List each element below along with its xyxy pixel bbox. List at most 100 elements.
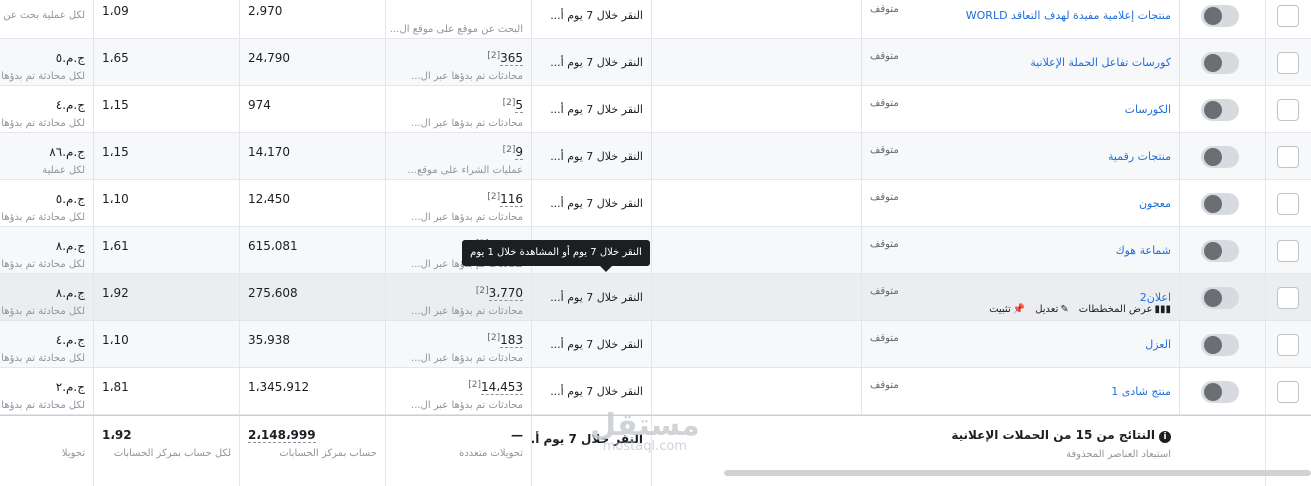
attribution-cell: النقر خلال 7 يوم أ... bbox=[531, 274, 651, 320]
reach-value: 2،970 bbox=[248, 4, 283, 18]
cost-cell: ج.م.٥ لكل محادثة تم بدؤها عبر bbox=[0, 180, 93, 226]
row-checkbox[interactable] bbox=[1277, 5, 1299, 27]
totals-frequency: 1،92 bbox=[102, 428, 132, 442]
results-value[interactable]: 116 bbox=[500, 192, 523, 207]
pencil-icon: ✎ bbox=[1060, 304, 1069, 315]
frequency-value: 1،65 bbox=[102, 51, 129, 65]
table-row[interactable]: شماعة هوك متوقف النقر خلال 7 يوم أ... 4،… bbox=[0, 227, 1311, 274]
reach-value: 24،790 bbox=[248, 51, 291, 65]
campaign-name-link[interactable]: منتجات رقمية bbox=[1108, 150, 1171, 163]
attribution-setting[interactable]: النقر خلال 7 يوم أ... bbox=[550, 103, 643, 116]
frequency-cell: 1،65 bbox=[93, 39, 239, 85]
table-row[interactable]: منتجات رقمية متوقف النقر خلال 7 يوم أ...… bbox=[0, 133, 1311, 180]
results-cell: 116[2] محادثات تم بدؤها عبر ال... bbox=[385, 180, 531, 226]
cost-label: لكل محادثة تم بدؤها عبر bbox=[0, 118, 85, 129]
frequency-cell: 1،09 bbox=[93, 0, 239, 38]
reach-cell: 974 bbox=[239, 86, 385, 132]
table-row[interactable]: منتج شادى 1 متوقف النقر خلال 7 يوم أ... … bbox=[0, 368, 1311, 415]
delivery-status: متوقف bbox=[870, 380, 899, 391]
attribution-setting[interactable]: النقر خلال 7 يوم أ... bbox=[550, 197, 643, 210]
attribution-cell: النقر خلال 7 يوم أ... bbox=[531, 368, 651, 414]
results-ref: [2] bbox=[502, 145, 516, 155]
results-label: عمليات الشراء على موقع... bbox=[407, 165, 523, 176]
view-charts-link[interactable]: ▮▮▮عرض المخططات bbox=[1079, 304, 1171, 315]
row-checkbox[interactable] bbox=[1277, 193, 1299, 215]
frequency-value: 1،10 bbox=[102, 192, 129, 206]
info-icon[interactable]: i bbox=[1159, 431, 1171, 443]
campaign-name-link[interactable]: الكورسات bbox=[1125, 103, 1171, 116]
campaign-name-link[interactable]: معجون bbox=[1139, 197, 1171, 210]
cost-label: لكل عملية bbox=[42, 165, 85, 176]
campaign-name-cell: منتج شادى 1 متوقف bbox=[861, 368, 1179, 414]
attribution-setting[interactable]: النقر خلال 7 يوم أ... bbox=[550, 150, 643, 163]
totals-frequency-label: لكل حساب بمركز الحسابات bbox=[113, 448, 231, 459]
results-cell: 365[2] محادثات تم بدؤها عبر ال... bbox=[385, 39, 531, 85]
table-row[interactable]: كورسات تفاعل الحملة الإعلانية متوقف النق… bbox=[0, 39, 1311, 86]
reach-cell: 2،970 bbox=[239, 0, 385, 38]
cost-value: ج.م.٥ bbox=[55, 51, 85, 65]
row-checkbox[interactable] bbox=[1277, 240, 1299, 262]
campaign-toggle[interactable] bbox=[1201, 240, 1239, 262]
campaign-toggle[interactable] bbox=[1201, 52, 1239, 74]
table-row[interactable]: معجون متوقف النقر خلال 7 يوم أ... 116[2]… bbox=[0, 180, 1311, 227]
results-value[interactable]: 183 bbox=[500, 333, 523, 348]
campaign-name-link[interactable]: العزل bbox=[1145, 338, 1171, 351]
row-select-cell bbox=[1265, 180, 1311, 226]
campaign-name-link[interactable]: اعلان2 bbox=[1140, 291, 1171, 304]
row-select-cell bbox=[1265, 321, 1311, 367]
row-select-cell bbox=[1265, 274, 1311, 320]
attribution-setting[interactable]: النقر خلال 7 يوم أ... bbox=[550, 56, 643, 69]
row-checkbox[interactable] bbox=[1277, 52, 1299, 74]
frequency-value: 1،15 bbox=[102, 145, 129, 159]
campaign-toggle[interactable] bbox=[1201, 99, 1239, 121]
row-checkbox[interactable] bbox=[1277, 146, 1299, 168]
attribution-setting[interactable]: النقر خلال 7 يوم أ... bbox=[550, 338, 643, 351]
results-value[interactable]: 9 bbox=[515, 145, 523, 160]
campaign-toggle[interactable] bbox=[1201, 5, 1239, 27]
cost-value: ج.م.٨ bbox=[55, 286, 85, 300]
row-checkbox[interactable] bbox=[1277, 99, 1299, 121]
results-cell: 183[2] محادثات تم بدؤها عبر ال... bbox=[385, 321, 531, 367]
table-row[interactable]: منتجات إعلامية مفيدة لهدف التعاقد WORLD … bbox=[0, 0, 1311, 39]
totals-reach-label: حساب بمركز الحسابات bbox=[279, 448, 377, 459]
spacer-cell bbox=[651, 321, 861, 367]
results-label: محادثات تم بدؤها عبر ال... bbox=[411, 400, 523, 411]
delivery-status: متوقف bbox=[870, 4, 899, 15]
reach-value: 275،608 bbox=[248, 286, 298, 300]
campaign-name-link[interactable]: شماعة هوك bbox=[1116, 244, 1171, 257]
edit-link[interactable]: ✎تعديل bbox=[1035, 304, 1069, 315]
results-value[interactable]: 365 bbox=[500, 51, 523, 66]
campaign-toggle[interactable] bbox=[1201, 287, 1239, 309]
campaign-toggle[interactable] bbox=[1201, 381, 1239, 403]
row-checkbox[interactable] bbox=[1277, 381, 1299, 403]
campaign-toggle[interactable] bbox=[1201, 334, 1239, 356]
delivery-status: متوقف bbox=[870, 98, 899, 109]
row-select-cell bbox=[1265, 227, 1311, 273]
results-ref: [2] bbox=[502, 98, 516, 108]
campaign-toggle[interactable] bbox=[1201, 146, 1239, 168]
results-value[interactable]: 14،453 bbox=[480, 380, 523, 395]
frequency-value: 1،92 bbox=[102, 286, 129, 300]
attribution-setting[interactable]: النقر خلال 7 يوم أ... bbox=[550, 291, 643, 304]
row-checkbox[interactable] bbox=[1277, 334, 1299, 356]
campaign-name-link[interactable]: منتج شادى 1 bbox=[1111, 385, 1171, 398]
campaign-name-link[interactable]: منتجات إعلامية مفيدة لهدف التعاقد WORLD bbox=[966, 9, 1171, 22]
campaign-toggle[interactable] bbox=[1201, 193, 1239, 215]
table-row[interactable]: الكورسات متوقف النقر خلال 7 يوم أ... 5[2… bbox=[0, 86, 1311, 133]
table-row[interactable]: اعلان2 متوقف ▮▮▮عرض المخططات ✎تعديل 📌تثب… bbox=[0, 274, 1311, 321]
results-value[interactable]: 5 bbox=[515, 98, 523, 113]
pin-link[interactable]: 📌تثبيت bbox=[989, 304, 1025, 315]
results-value[interactable]: 3،770 bbox=[488, 286, 523, 301]
row-checkbox[interactable] bbox=[1277, 287, 1299, 309]
campaign-name-link[interactable]: كورسات تفاعل الحملة الإعلانية bbox=[1030, 56, 1171, 69]
attribution-setting[interactable]: النقر خلال 7 يوم أ... bbox=[550, 9, 643, 22]
totals-reach[interactable]: 2،148،999 bbox=[248, 428, 316, 443]
table-row[interactable]: العزل متوقف النقر خلال 7 يوم أ... 183[2]… bbox=[0, 321, 1311, 368]
cost-cell: ج.م.٨ لكل محادثة تم بدؤها عبر bbox=[0, 227, 93, 273]
reach-cell: 615،081 bbox=[239, 227, 385, 273]
toggle-cell bbox=[1179, 321, 1265, 367]
attribution-setting[interactable]: النقر خلال 7 يوم أ... bbox=[550, 385, 643, 398]
horizontal-scrollbar[interactable] bbox=[724, 470, 1311, 476]
totals-results-label: تحويلات متعددة bbox=[459, 448, 523, 459]
delivery-status: متوقف bbox=[870, 286, 899, 297]
